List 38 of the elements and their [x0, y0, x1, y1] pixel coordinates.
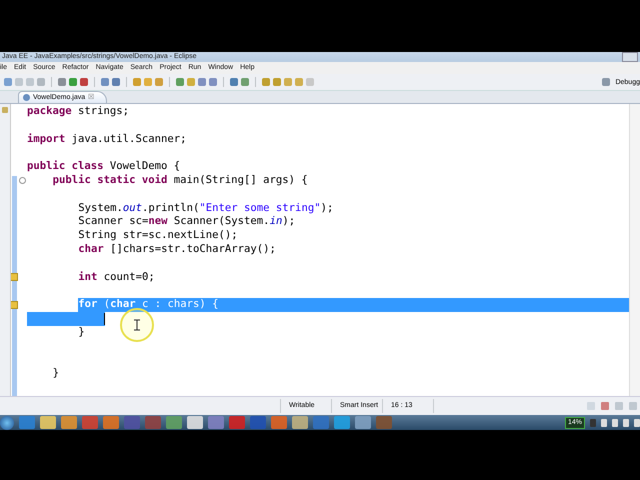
taskbar-app-icon[interactable]	[82, 416, 98, 429]
fold-icon[interactable]	[18, 177, 26, 184]
start-button[interactable]	[0, 416, 14, 430]
taskbar-app-icon[interactable]	[187, 416, 203, 429]
taskbar-app-icon[interactable]	[376, 416, 392, 429]
taskbar-app-icon[interactable]	[145, 416, 161, 429]
code-line: package strings;	[27, 105, 130, 119]
taskbar-app-icon[interactable]	[103, 416, 119, 429]
code-line: Scanner sc=new Scanner(System.in);	[78, 215, 296, 230]
taskbar-app-icon[interactable]	[229, 416, 245, 429]
taskbar-app-icon[interactable]	[250, 416, 266, 429]
taskbar-app-icon[interactable]	[61, 416, 77, 429]
restore-icon[interactable]	[2, 107, 8, 113]
taskbar-app-icon[interactable]	[292, 416, 308, 429]
mouse-pointer-icon	[119, 307, 155, 343]
code-line: public class VowelDemo {	[27, 160, 180, 174]
taskbar-app-icon[interactable]	[271, 416, 287, 429]
code-line: }	[78, 326, 85, 340]
code-line: char []chars=str.toCharArray();	[78, 242, 276, 257]
java-file-icon	[23, 94, 30, 101]
code-line: public static void main(String[] args) {	[52, 174, 308, 188]
code-editor[interactable]	[11, 104, 629, 396]
perspective-icon[interactable]	[602, 78, 610, 86]
code-line: for (char c : chars) {	[78, 298, 219, 312]
code-line: System.out.println("Enter some string");	[78, 202, 334, 216]
code-line: import java.util.Scanner;	[27, 132, 186, 146]
taskbar-app-icon[interactable]	[208, 416, 224, 429]
taskbar-app-icon[interactable]	[334, 416, 350, 429]
taskbar-app-icon[interactable]	[124, 416, 140, 429]
minimize-button[interactable]	[622, 52, 638, 62]
taskbar-app-icon[interactable]	[355, 416, 371, 429]
taskbar-app-icon[interactable]	[313, 416, 329, 429]
code-line: }	[52, 367, 59, 381]
code-line: int count=0;	[78, 270, 155, 284]
taskbar-app-icon[interactable]	[40, 416, 56, 429]
code-line: String str=sc.nextLine();	[78, 229, 238, 243]
taskbar-app-icon[interactable]	[166, 416, 182, 429]
taskbar-app-icon[interactable]	[19, 416, 35, 429]
